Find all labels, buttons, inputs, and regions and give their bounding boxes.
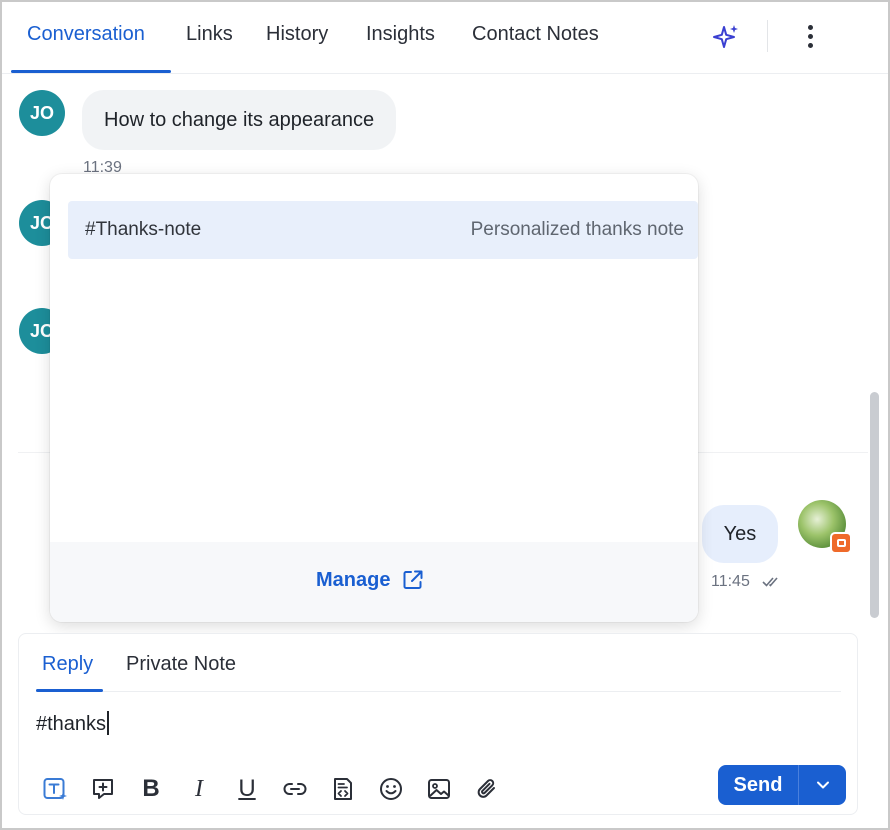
send-options-button[interactable]	[799, 765, 846, 805]
reply-composer: Reply Private Note #thanks B I U Send	[18, 633, 858, 815]
message-time: 11:45	[711, 573, 750, 590]
active-composer-tab-indicator	[36, 689, 103, 692]
bold-icon[interactable]: B	[136, 774, 166, 804]
emoji-icon[interactable]	[376, 774, 406, 804]
text-caret	[107, 711, 109, 735]
sparkle-icon[interactable]	[712, 22, 742, 52]
manage-link[interactable]: Manage	[316, 564, 424, 596]
top-tab-bar: Conversation Links History Insights Cont…	[2, 2, 888, 74]
popover-footer: Manage	[50, 542, 698, 622]
tab-reply[interactable]: Reply	[42, 650, 93, 678]
manage-label: Manage	[316, 568, 391, 591]
suggestion-item[interactable]: #Thanks-note Personalized thanks note	[68, 201, 698, 259]
attachment-icon[interactable]	[472, 774, 502, 804]
outgoing-message: Yes	[702, 505, 778, 563]
active-tab-indicator	[11, 70, 171, 73]
suggestion-description: Personalized thanks note	[470, 219, 684, 240]
tab-private-note[interactable]: Private Note	[126, 650, 236, 678]
reply-input[interactable]: #thanks	[36, 710, 109, 738]
incoming-message: How to change its appearance	[82, 90, 397, 150]
external-link-icon	[403, 570, 423, 589]
underline-icon[interactable]: U	[232, 774, 262, 804]
tab-links[interactable]: Links	[186, 20, 233, 48]
send-button-group: Send	[718, 765, 846, 805]
suggestion-key: #Thanks-note	[85, 219, 202, 240]
app-frame: Conversation Links History Insights Cont…	[0, 0, 890, 830]
link-icon[interactable]	[280, 774, 310, 804]
tab-history[interactable]: History	[266, 20, 328, 48]
code-block-icon[interactable]	[328, 774, 358, 804]
composer-tab-divider	[36, 691, 841, 692]
chevron-down-icon	[816, 781, 829, 789]
scrollbar-thumb[interactable]	[870, 392, 879, 618]
italic-icon[interactable]: I	[184, 774, 214, 804]
kebab-menu-icon[interactable]	[798, 20, 822, 52]
canned-response-popover: #Thanks-note Personalized thanks note Ma…	[50, 174, 698, 622]
read-receipt-icon	[762, 577, 778, 587]
reply-input-text: #thanks	[36, 713, 107, 735]
image-icon[interactable]	[424, 774, 454, 804]
toolbar-divider	[767, 20, 768, 52]
tab-insights[interactable]: Insights	[366, 20, 435, 48]
insert-snippet-icon[interactable]	[88, 774, 118, 804]
send-button[interactable]: Send	[718, 774, 798, 797]
tab-contact-notes[interactable]: Contact Notes	[472, 20, 599, 48]
templates-icon[interactable]	[40, 774, 70, 804]
avatar: JO	[19, 90, 65, 136]
tab-conversation[interactable]: Conversation	[27, 20, 145, 48]
chat-channel-icon	[830, 532, 852, 554]
